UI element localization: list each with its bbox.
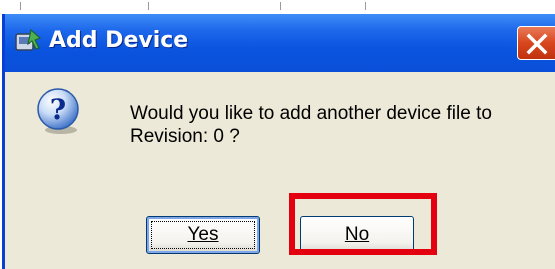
title-bar[interactable]: Add Device [5, 14, 555, 72]
question-icon: ? [34, 86, 84, 136]
divider [148, 2, 149, 10]
divider [280, 2, 281, 10]
svg-text:?: ? [50, 93, 66, 126]
yes-button[interactable]: Yes [146, 216, 260, 254]
close-button[interactable] [517, 26, 555, 60]
dialog-title: Add Device [49, 28, 189, 53]
dialog-body: ? Would you like to add another device f… [5, 72, 555, 269]
close-icon [526, 33, 548, 55]
no-button-label: No [344, 224, 370, 245]
divider [20, 2, 21, 10]
add-device-dialog: Add Device ? Would you like to add anoth… [2, 14, 555, 269]
background-window-strip [0, 0, 555, 14]
yes-button-label: Yes [187, 224, 219, 245]
dialog-message: Would you like to add another device fil… [130, 102, 555, 148]
message-line-1: Would you like to add another device fil… [130, 103, 492, 124]
no-button[interactable]: No [300, 216, 414, 254]
add-device-icon [13, 28, 43, 56]
message-line-2: Revision: 0 ? [130, 126, 240, 147]
divider [365, 2, 366, 10]
